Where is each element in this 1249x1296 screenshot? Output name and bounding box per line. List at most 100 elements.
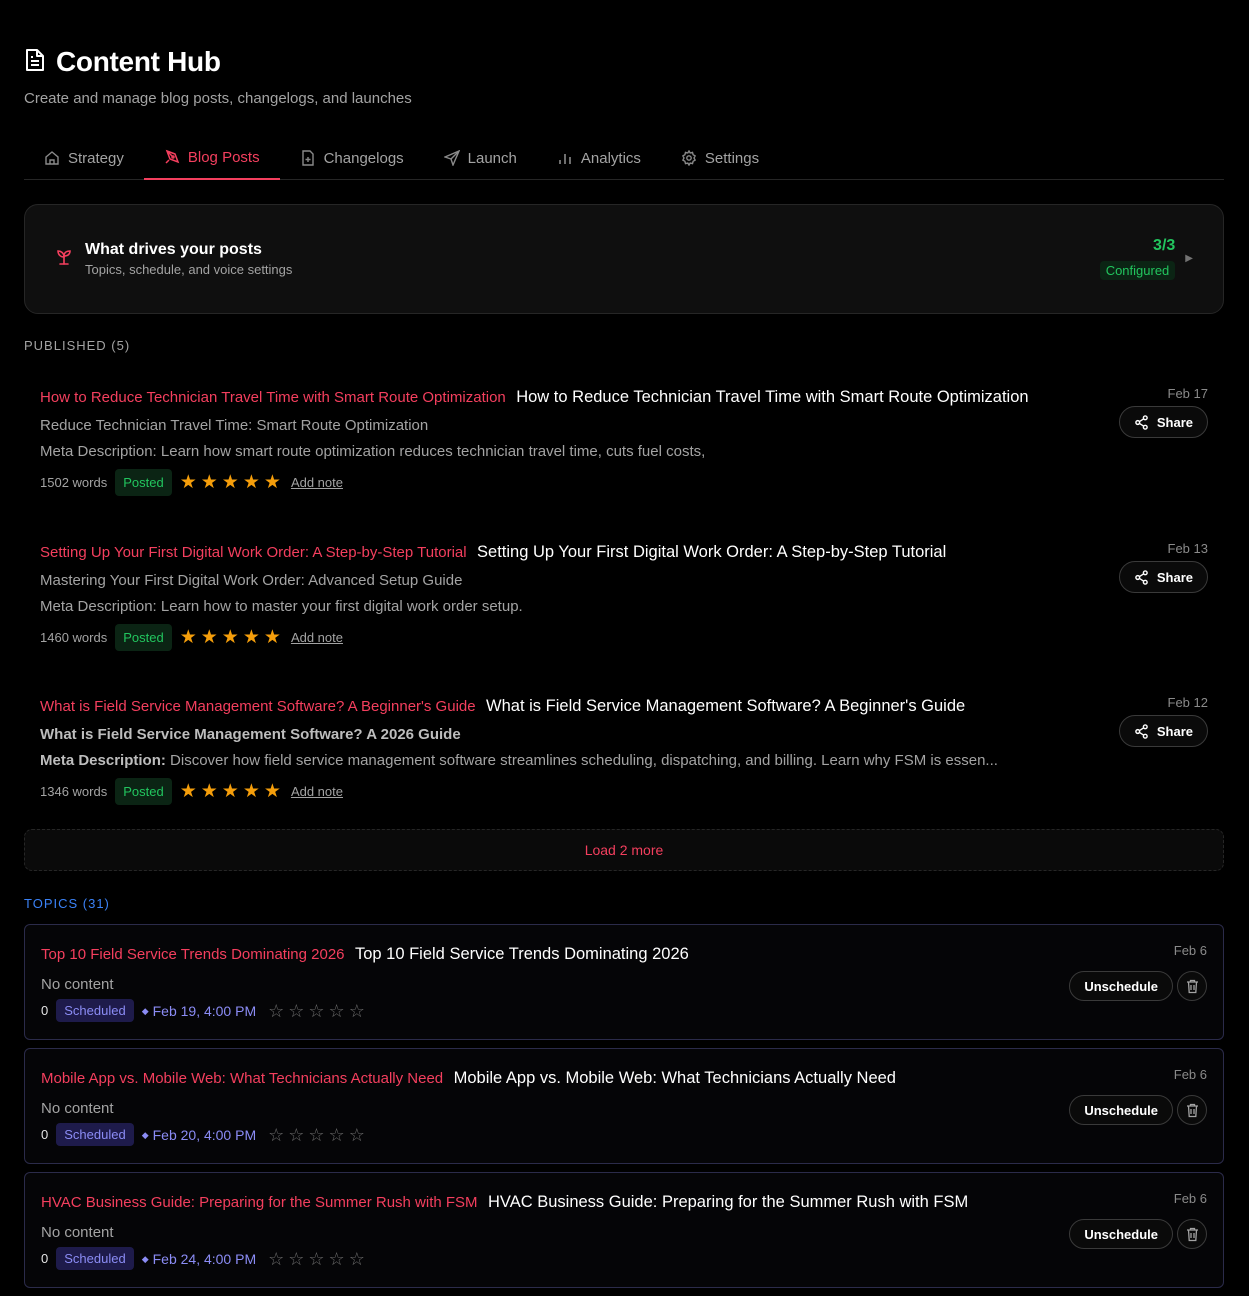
post-title-link[interactable]: How to Reduce Technician Travel Time wit… [40,389,506,406]
star-outline-icon[interactable]: ☆ [349,1126,365,1144]
post-drivers-panel[interactable]: What drives your posts Topics, schedule,… [24,204,1224,314]
topic-card[interactable]: HVAC Business Guide: Preparing for the S… [24,1172,1224,1288]
add-note-link[interactable]: Add note [291,630,343,645]
topic-date: Feb 6 [1173,943,1207,958]
topic-card[interactable]: Mobile App vs. Mobile Web: What Technici… [24,1048,1224,1164]
post-meta-description: Meta Description: Discover how field ser… [40,752,998,769]
post-title: Setting Up Your First Digital Work Order… [477,543,947,561]
star-rating[interactable]: ★ ★ ★ ★ ★ [180,628,281,647]
tab-label: Blog Posts [187,148,260,166]
meta-description-text: Meta Description: Learn how to master yo… [40,598,523,615]
topic-title-link[interactable]: Mobile App vs. Mobile Web: What Technici… [41,1070,443,1087]
star-icon[interactable]: ★ [201,628,218,647]
tab-label: Launch [467,149,517,167]
tab-analytics[interactable]: Analytics [537,136,661,180]
star-outline-icon[interactable]: ☆ [349,1250,365,1268]
word-count: 0 [41,1251,49,1266]
star-outline-icon[interactable]: ☆ [288,1250,304,1268]
star-icon[interactable]: ★ [264,782,281,801]
star-rating[interactable]: ☆ ☆ ☆ ☆ ☆ [268,1002,365,1020]
post-seo-title: Reduce Technician Travel Time: Smart Rou… [40,417,429,434]
tab-blog-posts[interactable]: Blog Posts [143,136,280,180]
star-outline-icon[interactable]: ☆ [308,1002,324,1020]
share-label: Share [1156,414,1193,430]
star-rating[interactable]: ☆ ☆ ☆ ☆ ☆ [268,1126,365,1144]
unschedule-button[interactable]: Unschedule [1069,1095,1173,1125]
config-count: 3/3 [1153,237,1176,254]
star-icon[interactable]: ★ [201,782,218,801]
scheduled-date-text: Feb 19, 4:00 PM [152,1002,257,1019]
star-outline-icon[interactable]: ☆ [268,1250,284,1268]
topic-date: Feb 6 [1173,1067,1207,1082]
tab-label: Strategy [68,149,124,167]
scheduled-date-text: Feb 24, 4:00 PM [152,1250,257,1267]
topics-section-label: TOPICS (31) [24,896,110,911]
diamond-icon: ◆ [141,1130,149,1141]
star-icon[interactable]: ★ [180,628,197,647]
star-outline-icon[interactable]: ☆ [329,1126,345,1144]
post-title-link[interactable]: Setting Up Your First Digital Work Order… [40,544,467,561]
published-post[interactable]: How to Reduce Technician Travel Time wit… [24,374,1224,514]
unschedule-button[interactable]: Unschedule [1069,971,1173,1001]
tab-strategy[interactable]: Strategy [24,136,144,180]
scheduled-date: ◆ Feb 20, 4:00 PM [142,1127,256,1143]
share-button[interactable]: Share [1118,561,1208,593]
star-icon[interactable]: ★ [264,628,281,647]
share-icon [1135,723,1148,739]
tab-settings[interactable]: Settings [661,136,779,180]
topic-date: Feb 6 [1173,1191,1207,1206]
star-icon[interactable]: ★ [180,782,197,801]
star-outline-icon[interactable]: ☆ [308,1250,324,1268]
post-meta-description: Meta Description: Learn how to master yo… [40,598,523,615]
tab-changelogs[interactable]: Changelogs [280,136,424,180]
star-outline-icon[interactable]: ☆ [288,1126,304,1144]
share-icon [1135,569,1148,585]
tab-launch[interactable]: Launch [424,136,537,180]
published-post[interactable]: Setting Up Your First Digital Work Order… [24,529,1224,669]
star-icon[interactable]: ★ [243,628,260,647]
published-post[interactable]: What is Field Service Management Softwar… [24,683,1224,823]
post-seo-title: What is Field Service Management Softwar… [40,726,461,743]
unschedule-button[interactable]: Unschedule [1069,1219,1173,1249]
star-icon[interactable]: ★ [243,782,260,801]
delete-button[interactable] [1177,971,1207,1001]
star-icon[interactable]: ★ [180,473,197,492]
star-rating[interactable]: ☆ ☆ ☆ ☆ ☆ [268,1250,365,1268]
word-count: 1346 words [40,784,108,799]
topic-card[interactable]: Top 10 Field Service Trends Dominating 2… [24,924,1224,1040]
star-rating[interactable]: ★ ★ ★ ★ ★ [180,473,281,492]
star-icon[interactable]: ★ [243,473,260,492]
star-icon[interactable]: ★ [264,473,281,492]
topic-title-link[interactable]: HVAC Business Guide: Preparing for the S… [41,1194,478,1211]
star-icon[interactable]: ★ [222,782,239,801]
star-outline-icon[interactable]: ☆ [308,1126,324,1144]
delete-button[interactable] [1177,1219,1207,1249]
add-note-link[interactable]: Add note [291,475,343,490]
star-outline-icon[interactable]: ☆ [268,1126,284,1144]
meta-description-label: Meta Description: [40,752,166,769]
add-note-link[interactable]: Add note [291,784,343,799]
delete-button[interactable] [1177,1095,1207,1125]
word-count: 1502 words [40,475,108,490]
expand-arrow-icon[interactable]: ▶ [1185,253,1193,264]
word-count: 0 [41,1003,49,1018]
tab-bar: Strategy Blog Posts Changelogs Launch An… [24,136,1224,180]
share-button[interactable]: Share [1118,715,1208,747]
page-title: Content Hub [56,46,221,77]
scheduled-badge: Scheduled [56,1123,134,1146]
star-outline-icon[interactable]: ☆ [329,1002,345,1020]
star-icon[interactable]: ★ [222,473,239,492]
star-icon[interactable]: ★ [201,473,218,492]
load-more-button[interactable]: Load 2 more [24,829,1224,871]
star-outline-icon[interactable]: ☆ [329,1250,345,1268]
star-rating[interactable]: ★ ★ ★ ★ ★ [180,782,281,801]
star-outline-icon[interactable]: ☆ [349,1002,365,1020]
post-title-link[interactable]: What is Field Service Management Softwar… [40,698,476,715]
star-icon[interactable]: ★ [222,628,239,647]
star-outline-icon[interactable]: ☆ [288,1002,304,1020]
topic-title-link[interactable]: Top 10 Field Service Trends Dominating 2… [41,946,345,963]
share-button[interactable]: Share [1118,406,1208,438]
star-outline-icon[interactable]: ☆ [268,1002,284,1020]
meta-description-text: Discover how field service management so… [165,752,998,769]
page-subtitle: Create and manage blog posts, changelogs… [24,90,412,107]
